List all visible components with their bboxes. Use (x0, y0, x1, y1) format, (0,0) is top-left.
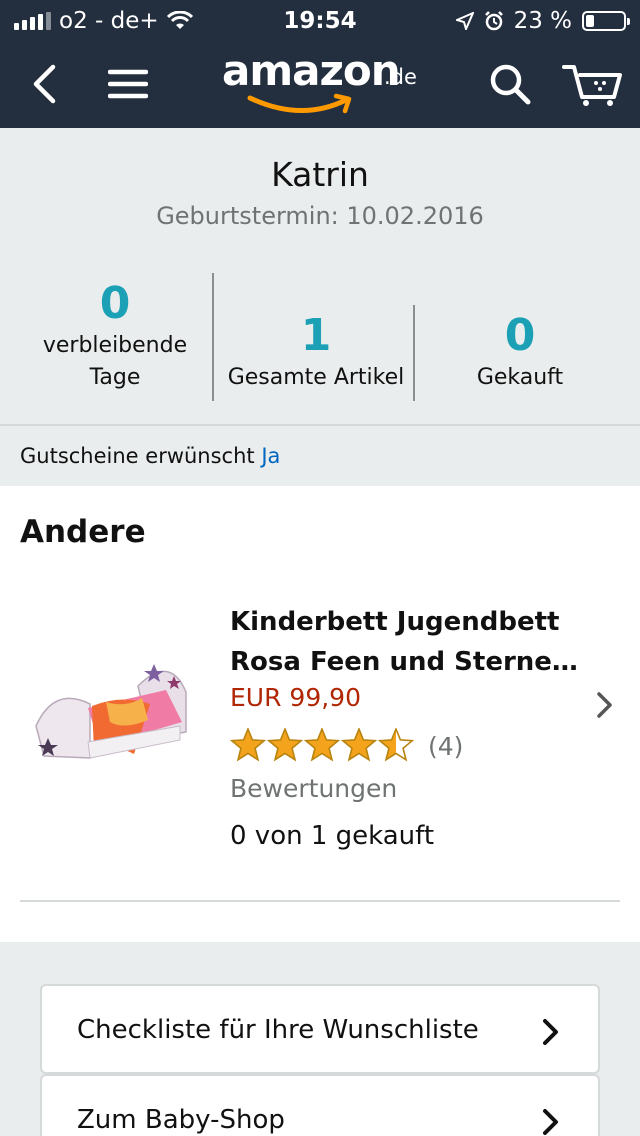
product-price: EUR 99,90 (230, 683, 361, 712)
link-label: Zum Baby-Shop (77, 1105, 285, 1135)
menu-button[interactable] (98, 54, 158, 114)
cart-button[interactable] (556, 54, 630, 114)
link-label: Checkliste für Ihre Wunschliste (77, 1015, 479, 1045)
chevron-right-icon (543, 1019, 558, 1045)
stat-label: Gekauft (476, 365, 564, 390)
battery-icon (582, 11, 630, 31)
star-icon (230, 728, 267, 762)
registry-list: Andere Kinderbett Jugendbett Rosa Feen u… (0, 486, 640, 942)
due-date: Geburtstermin: 10.02.2016 (156, 202, 484, 230)
star-icon (340, 728, 378, 762)
voucher-preference: Gutscheine erwünscht Ja (0, 424, 640, 486)
purchased-count: 0 von 1 gekauft (230, 821, 435, 851)
hamburger-menu-icon (108, 69, 148, 99)
back-arrow-icon (33, 64, 56, 104)
voucher-row: Gutscheine erwünscht Ja (20, 444, 280, 468)
stat-value: 1 (300, 310, 332, 361)
stat-value: 0 (504, 310, 536, 361)
chevron-right-icon (543, 1109, 558, 1135)
star-rating-icon (230, 728, 415, 762)
logo-smile-icon (247, 93, 352, 114)
alarm-icon (484, 11, 503, 31)
status-right: 23 % (455, 8, 630, 34)
battery-fill (586, 15, 594, 27)
registry-header: Katrin Geburtstermin: 10.02.2016 0 verbl… (0, 128, 640, 424)
stat-days-remaining: 0 verbleibende Tage (20, 278, 210, 394)
stat-divider (413, 305, 415, 401)
product-image[interactable] (30, 646, 190, 766)
back-button[interactable] (14, 54, 74, 114)
amazon-logo[interactable]: amazon .de (222, 46, 422, 118)
search-icon (490, 64, 531, 105)
star-icon (303, 728, 341, 762)
product-rating[interactable]: (4) Bewertungen (230, 726, 570, 816)
checklist-link[interactable]: Checkliste für Ihre Wunschliste (40, 984, 600, 1074)
chevron-right-icon (597, 692, 612, 718)
voucher-label: Gutscheine erwünscht (20, 444, 255, 468)
location-arrow-icon (455, 12, 474, 30)
registry-owner-name: Katrin (271, 155, 369, 194)
battery-percent: 23 % (513, 8, 572, 34)
star-icon (266, 728, 304, 762)
logo-wordmark: amazon (222, 46, 401, 95)
stat-total-items: 1 Gesamte Artikel (216, 310, 416, 394)
stat-value: 0 (99, 278, 131, 329)
cart-icon (562, 65, 622, 106)
stat-purchased: 0 Gekauft (420, 310, 620, 394)
item-divider (20, 900, 620, 902)
voucher-value-link[interactable]: Ja (261, 444, 280, 468)
status-bar: o2 - de+ 19:54 23 % (0, 0, 640, 40)
stat-divider (212, 273, 214, 401)
baby-shop-link[interactable]: Zum Baby-Shop (40, 1074, 600, 1136)
stat-label: Gesamte Artikel (227, 365, 405, 390)
stat-label: verbleibende Tage (42, 333, 188, 390)
nav-bar: amazon .de (0, 40, 640, 128)
product-title[interactable]: Kinderbett Jugendbett Rosa Feen und Ster… (230, 602, 580, 682)
section-title: Andere (20, 514, 146, 550)
list-item[interactable]: Kinderbett Jugendbett Rosa Feen und Ster… (0, 586, 640, 886)
star-icon (377, 728, 415, 762)
logo-domain: .de (384, 65, 417, 89)
search-button[interactable] (480, 54, 540, 114)
